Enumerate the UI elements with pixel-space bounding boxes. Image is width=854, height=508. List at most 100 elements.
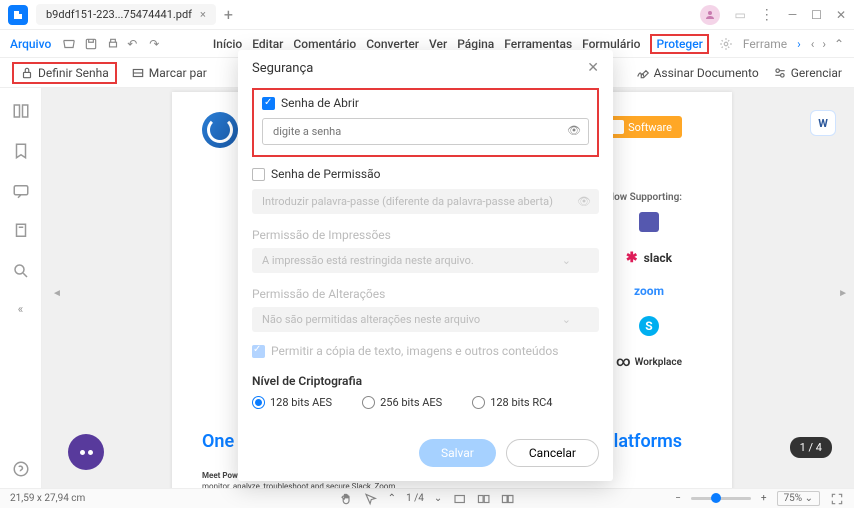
new-tab-button[interactable]: + <box>224 5 233 24</box>
attachment-icon[interactable] <box>12 222 30 240</box>
lock-icon <box>20 66 34 80</box>
window-maximize[interactable]: ☐ <box>811 8 822 22</box>
undo-icon[interactable]: ↶ <box>127 37 143 51</box>
status-bar: 21,59 x 27,94 cm ⌃ 1 /4 ⌄ − + 75% ⌄ <box>0 488 854 508</box>
zoom-in-icon[interactable]: + <box>761 493 767 504</box>
menu-ferramentas[interactable]: Ferramentas <box>504 37 572 51</box>
mark-redaction-button[interactable]: Marcar par <box>131 66 207 80</box>
save-button[interactable]: Salvar <box>419 439 496 467</box>
print-icon[interactable] <box>105 37 121 51</box>
app-icon <box>8 5 28 25</box>
menu-proteger[interactable]: Proteger <box>650 34 708 54</box>
gear-icon[interactable] <box>719 37 733 51</box>
open-password-section: Senha de Abrir 👁 <box>252 88 599 157</box>
prev-page-icon[interactable]: ⌃ <box>388 493 396 504</box>
zoom-out-icon[interactable]: − <box>675 493 681 504</box>
notifications-icon[interactable]: ▭ <box>734 8 745 22</box>
menu-inicio[interactable]: Início <box>213 37 242 51</box>
file-menu[interactable]: Arquivo <box>10 37 51 51</box>
manage-label: Gerenciar <box>791 66 842 80</box>
zoom-value[interactable]: 75% ⌄ <box>777 491 820 506</box>
thumbnails-icon[interactable] <box>12 102 30 120</box>
manage-button[interactable]: Gerenciar <box>773 66 842 80</box>
save-icon[interactable] <box>83 37 99 51</box>
page-indicator-badge[interactable]: 1 / 4 <box>790 437 832 458</box>
bookmark-icon[interactable] <box>12 142 30 160</box>
help-icon[interactable] <box>12 460 30 478</box>
menu-overflow-icon[interactable]: › <box>797 37 801 51</box>
open-icon[interactable] <box>61 37 77 51</box>
assistant-bubble[interactable] <box>68 434 104 470</box>
fit-width-icon[interactable] <box>452 492 466 506</box>
signature-icon <box>636 66 650 80</box>
workplace-logo: ∞Workplace <box>616 354 682 370</box>
export-word-icon[interactable]: W <box>810 110 836 136</box>
radio-128-aes[interactable]: 128 bits AES <box>252 396 332 409</box>
open-password-input[interactable] <box>262 118 589 145</box>
more-icon[interactable]: ⋮ <box>760 7 774 23</box>
fullscreen-icon[interactable] <box>830 492 844 506</box>
page-number[interactable]: 1 /4 <box>406 493 424 504</box>
window-close[interactable]: ✕ <box>836 8 846 22</box>
title-bar: b9ddf151-223...75474441.pdf × + ▭ ⋮ — ☐ … <box>0 0 854 30</box>
zoom-slider[interactable] <box>691 497 751 500</box>
dialog-close-icon[interactable]: ✕ <box>587 60 599 76</box>
sign-label: Assinar Documento <box>654 66 759 80</box>
manage-icon <box>773 66 787 80</box>
dialog-title: Segurança <box>252 61 313 76</box>
nav-back-icon[interactable]: ‹ <box>811 37 815 51</box>
perm-password-checkbox[interactable] <box>252 168 265 181</box>
comment-icon[interactable] <box>12 182 30 200</box>
skype-icon: S <box>639 316 659 336</box>
encryption-level-label: Nível de Criptografia <box>252 374 599 388</box>
tab-title: b9ddf151-223...75474441.pdf <box>46 8 192 21</box>
open-password-checkbox[interactable] <box>262 97 275 110</box>
zoom-logo: zoom <box>634 284 664 298</box>
user-avatar[interactable] <box>700 5 720 25</box>
teams-icon <box>639 212 659 232</box>
page-dimensions: 21,59 x 27,94 cm <box>10 493 85 504</box>
menu-ferrame-truncated[interactable]: Ferrame <box>743 37 787 51</box>
allow-copy-checkbox <box>252 345 265 358</box>
reading-mode-icon[interactable] <box>500 492 514 506</box>
menu-editar[interactable]: Editar <box>252 37 283 51</box>
scroll-prev-icon[interactable]: ◄ <box>52 288 62 299</box>
brand-list: slack zoom S ∞Workplace <box>616 212 682 370</box>
menu-ver[interactable]: Ver <box>429 37 447 51</box>
search-icon[interactable] <box>12 262 30 280</box>
view-mode-icon[interactable] <box>476 492 490 506</box>
select-tool-icon[interactable] <box>364 492 378 506</box>
radio-128-rc4[interactable]: 128 bits RC4 <box>472 396 552 409</box>
cancel-button[interactable]: Cancelar <box>506 439 599 467</box>
print-permission-label: Permissão de Impressões <box>252 228 599 242</box>
set-password-label: Definir Senha <box>38 66 109 80</box>
left-sidebar: « <box>0 88 42 488</box>
perm-password-input: Introduzir palavra-passe (diferente da p… <box>252 189 599 214</box>
set-password-button[interactable]: Definir Senha <box>12 62 117 84</box>
menu-converter[interactable]: Converter <box>366 37 419 51</box>
window-minimize[interactable]: — <box>788 8 797 22</box>
collapse-ribbon-icon[interactable]: ⌃ <box>834 37 844 51</box>
next-page-icon[interactable]: ⌄ <box>434 493 442 504</box>
headline-right: platforms <box>604 431 682 452</box>
allow-copy-label: Permitir a cópia de texto, imagens e out… <box>271 344 558 358</box>
document-tab[interactable]: b9ddf151-223...75474441.pdf × <box>36 4 216 25</box>
change-permission-select: Não são permitidas alterações neste arqu… <box>252 307 599 332</box>
menu-formulario[interactable]: Formulário <box>582 37 640 51</box>
mark-label: Marcar par <box>149 66 207 80</box>
nav-fwd-icon[interactable]: › <box>822 37 826 51</box>
close-tab-icon[interactable]: × <box>200 8 206 21</box>
toggle-visibility-icon-2: 👁 <box>577 195 591 208</box>
menu-comentario[interactable]: Comentário <box>293 37 356 51</box>
hand-tool-icon[interactable] <box>340 492 354 506</box>
security-dialog: Segurança ✕ Senha de Abrir 👁 Senha de Pe… <box>238 50 613 481</box>
brand-logo-icon <box>202 112 238 148</box>
toggle-visibility-icon[interactable]: 👁 <box>567 124 581 137</box>
sign-document-button[interactable]: Assinar Documento <box>636 66 759 80</box>
print-permission-select: A impressão está restringida neste arqui… <box>252 248 599 273</box>
scroll-next-icon[interactable]: ► <box>838 288 848 299</box>
redo-icon[interactable]: ↷ <box>149 37 165 51</box>
menu-pagina[interactable]: Página <box>457 37 494 51</box>
collapse-sidebar-icon[interactable]: « <box>12 302 30 320</box>
radio-256-aes[interactable]: 256 bits AES <box>362 396 442 409</box>
